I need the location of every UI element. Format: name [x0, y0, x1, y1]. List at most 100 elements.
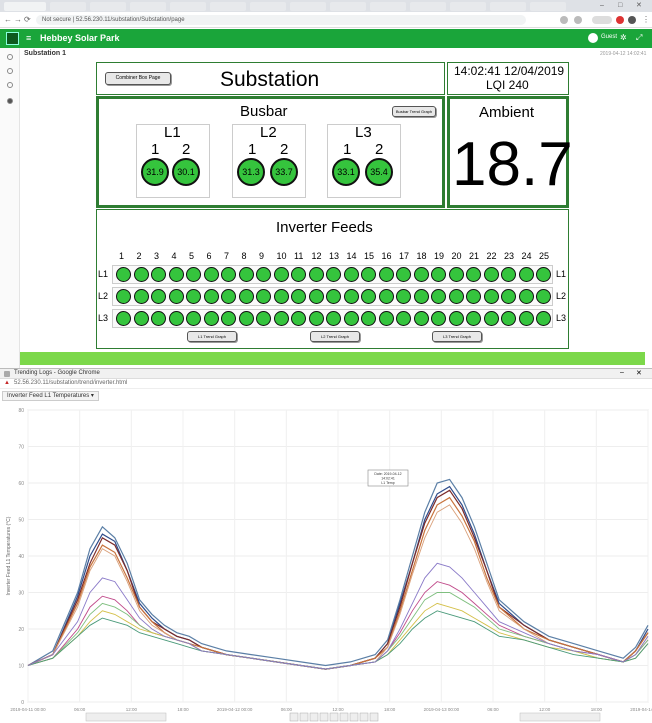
busbar-sensor-value[interactable]: 33.7 [270, 158, 298, 186]
browser-tab[interactable] [450, 2, 486, 11]
inverter-feed-indicator[interactable] [273, 267, 289, 282]
inverter-feed-indicator[interactable] [133, 267, 149, 282]
inverter-feed-indicator[interactable] [221, 289, 236, 304]
inverter-feed-indicator[interactable] [431, 311, 446, 326]
inverter-feed-indicator[interactable] [273, 311, 289, 326]
inverter-feed-indicator[interactable] [378, 267, 394, 282]
avatar[interactable] [616, 16, 624, 24]
sidebar-settings-icon[interactable] [7, 98, 13, 104]
inverter-feed-indicator[interactable] [308, 311, 324, 326]
inverter-feed-indicator[interactable] [501, 289, 516, 304]
inverter-feed-indicator[interactable] [168, 267, 184, 282]
chart-nav-button[interactable] [349, 712, 359, 722]
inverter-feed-indicator[interactable] [413, 267, 429, 282]
inverter-feed-indicator[interactable] [326, 311, 341, 326]
inverter-feed-indicator[interactable] [186, 311, 201, 326]
inverter-feed-indicator[interactable] [361, 267, 376, 282]
close-icon[interactable]: ✕ [636, 369, 642, 377]
inverter-feed-indicator[interactable] [483, 311, 499, 326]
chart-nav-button[interactable] [309, 712, 319, 722]
inverter-feed-indicator[interactable] [203, 267, 219, 282]
busbar-sensor-value[interactable]: 31.3 [237, 158, 265, 186]
browser-tab[interactable] [50, 2, 86, 11]
inverter-feed-indicator[interactable] [343, 267, 359, 282]
inverter-feed-indicator[interactable] [448, 311, 464, 326]
browser-tab[interactable] [90, 2, 126, 11]
browser-tab[interactable] [290, 2, 326, 11]
inverter-feed-indicator[interactable] [361, 289, 376, 304]
inverter-feed-indicator[interactable] [151, 267, 166, 282]
extension-icon[interactable] [560, 16, 568, 24]
inverter-feed-indicator[interactable] [326, 267, 341, 282]
inverter-feed-indicator[interactable] [448, 289, 464, 304]
chart-nav-button[interactable] [319, 712, 329, 722]
chart-nav-button[interactable] [299, 712, 309, 722]
user-name[interactable]: Guest [601, 34, 617, 40]
inverter-feed-indicator[interactable] [378, 311, 394, 326]
inverter-feed-indicator[interactable] [343, 311, 359, 326]
inverter-feed-indicator[interactable] [291, 289, 306, 304]
inverter-feed-indicator[interactable] [413, 311, 429, 326]
busbar-sensor-value[interactable]: 30.1 [172, 158, 200, 186]
inverter-feed-indicator[interactable] [133, 289, 149, 304]
user-avatar[interactable] [588, 33, 598, 43]
inverter-feed-indicator[interactable] [483, 289, 499, 304]
sidebar-list-icon[interactable] [7, 82, 13, 88]
inverter-feed-indicator[interactable] [396, 267, 411, 282]
inverter-feed-indicator[interactable] [536, 267, 551, 282]
inverter-feed-indicator[interactable] [518, 289, 534, 304]
inverter-feed-indicator[interactable] [203, 311, 219, 326]
browser-tab[interactable] [410, 2, 446, 11]
browser-tab[interactable] [170, 2, 206, 11]
chart-nav-button[interactable] [339, 712, 349, 722]
inverter-trend-button[interactable]: L3 Trend Graph [432, 331, 482, 342]
inverter-feed-indicator[interactable] [256, 289, 271, 304]
back-arrow-icon[interactable]: ← [4, 15, 12, 25]
inverter-feed-indicator[interactable] [343, 289, 359, 304]
inverter-feed-indicator[interactable] [151, 311, 166, 326]
inverter-feed-indicator[interactable] [518, 311, 534, 326]
profile-button[interactable] [592, 16, 612, 24]
inverter-feed-indicator[interactable] [186, 267, 201, 282]
chart-nav-button[interactable] [359, 712, 369, 722]
reload-icon[interactable]: ⟳ [24, 15, 31, 25]
inverter-feed-indicator[interactable] [221, 311, 236, 326]
inverter-feed-indicator[interactable] [273, 289, 289, 304]
extension-icon[interactable] [574, 16, 582, 24]
inverter-feed-indicator[interactable] [536, 289, 551, 304]
browser-tab[interactable] [130, 2, 166, 11]
inverter-trend-button[interactable]: L1 Trend Graph [187, 331, 237, 342]
inverter-feed-indicator[interactable] [116, 311, 131, 326]
inverter-feed-indicator[interactable] [291, 311, 306, 326]
inverter-feed-indicator[interactable] [256, 267, 271, 282]
busbar-sensor-value[interactable]: 33.1 [332, 158, 360, 186]
inverter-feed-indicator[interactable] [168, 311, 184, 326]
inverter-feed-indicator[interactable] [238, 267, 254, 282]
inverter-feed-indicator[interactable] [501, 311, 516, 326]
menu-icon[interactable]: ≡ [26, 33, 31, 43]
inverter-feed-indicator[interactable] [326, 289, 341, 304]
inverter-feed-indicator[interactable] [518, 267, 534, 282]
browser-tab[interactable] [370, 2, 406, 11]
expand-icon[interactable]: ⤢ [636, 33, 642, 43]
busbar-trend-button[interactable]: Busbar Trend Graph [392, 106, 436, 117]
chart-nav-button[interactable] [329, 712, 339, 722]
sidebar-dashboard-icon[interactable] [7, 68, 13, 74]
forward-arrow-icon[interactable]: → [14, 15, 22, 25]
inverter-feed-indicator[interactable] [133, 311, 149, 326]
chart-url[interactable]: 52.56.230.11/substation/trend/inverter.h… [14, 380, 127, 386]
sidebar-home-icon[interactable] [7, 54, 13, 60]
browser-tab[interactable] [4, 2, 46, 11]
inverter-feed-indicator[interactable] [203, 289, 219, 304]
inverter-feed-indicator[interactable] [466, 311, 481, 326]
inverter-feed-indicator[interactable] [116, 267, 131, 282]
inverter-feed-indicator[interactable] [256, 311, 271, 326]
inverter-feed-indicator[interactable] [116, 289, 131, 304]
inverter-trend-button[interactable]: L2 Trend Graph [310, 331, 360, 342]
inverter-feed-indicator[interactable] [448, 267, 464, 282]
inverter-feed-indicator[interactable] [413, 289, 429, 304]
inverter-feed-indicator[interactable] [361, 311, 376, 326]
browser-tab[interactable] [210, 2, 246, 11]
avatar[interactable] [628, 16, 636, 24]
more-icon[interactable]: ⋮ [642, 15, 650, 25]
